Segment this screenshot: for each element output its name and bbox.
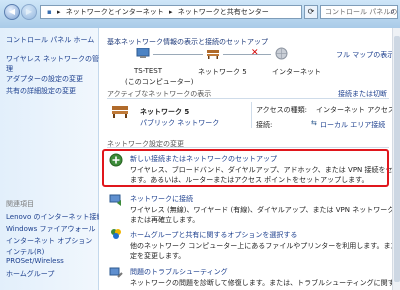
breadcrumb-root-icon[interactable]: ▪: [47, 8, 52, 16]
see-also-intel[interactable]: インテル(R): [6, 247, 44, 257]
see-also-proset[interactable]: PROSet/Wireless: [6, 257, 64, 265]
vertical-scrollbar[interactable]: [392, 28, 400, 290]
sidebar-item-manage-wireless-cont[interactable]: 理: [6, 64, 13, 74]
computer-label: TS-TEST: [134, 67, 163, 75]
connect-to-network-desc: または再確立します。: [130, 216, 200, 224]
see-also-homegroup[interactable]: ホームグループ: [6, 269, 54, 279]
network-name: ネットワーク 5: [140, 108, 190, 116]
connect-to-network-link[interactable]: ネットワークに接続: [130, 194, 193, 204]
lan-connection-icon: ⇆: [311, 119, 317, 127]
lan-connection-link[interactable]: ローカル エリア接続: [320, 120, 385, 130]
sidebar: コントロール パネル ホーム ワイヤレス ネットワークの管 理 アダプターの設定…: [0, 28, 103, 290]
sidebar-item-control-panel-home[interactable]: コントロール パネル ホーム: [6, 35, 94, 45]
breadcrumb-sharing-center[interactable]: ネットワークと共有センター: [178, 8, 269, 16]
connect-network-icon: [109, 193, 123, 207]
see-also-heading: 関連項目: [6, 200, 34, 208]
sidebar-item-adapter-settings[interactable]: アダプターの設定の変更: [6, 74, 83, 84]
homegroup-icon: [109, 227, 123, 241]
bench-network-icon: [111, 104, 129, 118]
access-type-value: インターネット アクセスなし: [316, 106, 400, 114]
connect-to-network-desc: ワイヤレス (無線)、ワイヤード (有線)、ダイヤルアップ、または VPN ネッ…: [130, 206, 400, 214]
see-also-lenovo[interactable]: Lenovo のインターネット接続: [6, 212, 103, 222]
bench-network-icon[interactable]: [206, 48, 220, 59]
network-type-link[interactable]: パブリック ネットワーク: [140, 118, 219, 128]
divider: [107, 98, 389, 99]
scrollbar-thumb[interactable]: [394, 36, 400, 282]
homegroup-sharing-desc: 定を変更します。: [130, 252, 186, 260]
page-title: 基本ネットワーク情報の表示と接続のセットアップ: [107, 38, 268, 46]
search-icon[interactable]: ⌕: [391, 6, 395, 18]
sidebar-item-manage-wireless[interactable]: ワイヤレス ネットワークの管: [6, 54, 99, 64]
homegroup-sharing-desc: 他のネットワーク コンピューター上にあるファイルやプリンターを利用します。または…: [130, 242, 400, 250]
see-also-firewall[interactable]: Windows ファイアウォール: [6, 224, 95, 234]
map-link-line: [153, 54, 203, 55]
refresh-icon[interactable]: ⟳: [304, 5, 318, 19]
search-input[interactable]: コントロール パネルの検索 ⌕: [320, 5, 398, 19]
main-content: 基本ネットワーク情報の表示と接続のセットアップ フル マップの表示 ✕ TS-T…: [99, 28, 400, 290]
vertical-divider: [251, 102, 252, 128]
troubleshoot-link[interactable]: 問題のトラブルシューティング: [130, 267, 228, 277]
address-field[interactable]: ▪ ▸ ネットワークとインターネット ▸ ネットワークと共有センター: [40, 5, 302, 19]
troubleshoot-icon: [109, 265, 123, 279]
forward-button[interactable]: ▶: [21, 4, 37, 20]
troubleshoot-desc: ネットワークの問題を診断して修復します。または、トラブルシューティングに関する情…: [130, 279, 400, 287]
breadcrumb-network-internet[interactable]: ネットワークとインターネット: [66, 8, 164, 16]
map-link-line: [223, 54, 271, 55]
access-type-label: アクセスの種類:: [256, 106, 308, 114]
sidebar-item-advanced-sharing[interactable]: 共有の詳細設定の変更: [6, 86, 76, 96]
no-connection-x-icon: ✕: [251, 48, 259, 58]
network-map-label: ネットワーク 5: [198, 68, 247, 76]
search-placeholder: コントロール パネルの検索: [325, 8, 398, 16]
full-map-link[interactable]: フル マップの表示: [336, 50, 394, 60]
internet-map-label: インターネット: [272, 68, 321, 76]
homegroup-sharing-link[interactable]: ホームグループと共有に関するオプションを選択する: [130, 230, 297, 240]
see-also-internet-options[interactable]: インターネット オプション: [6, 236, 92, 246]
back-button[interactable]: ◀: [4, 4, 20, 20]
globe-icon[interactable]: [275, 47, 288, 60]
red-highlight-box: [102, 149, 389, 187]
divider: [107, 147, 389, 148]
connections-label: 接続:: [256, 121, 273, 129]
breadcrumb-separator: ▸: [168, 8, 173, 16]
computer-sublabel: (このコンピューター): [125, 78, 194, 86]
breadcrumb-separator: ▸: [56, 8, 61, 16]
address-bar-region: ◀ ▶ ▪ ▸ ネットワークとインターネット ▸ ネットワークと共有センター ⟳…: [0, 0, 400, 29]
computer-icon[interactable]: [136, 47, 150, 59]
